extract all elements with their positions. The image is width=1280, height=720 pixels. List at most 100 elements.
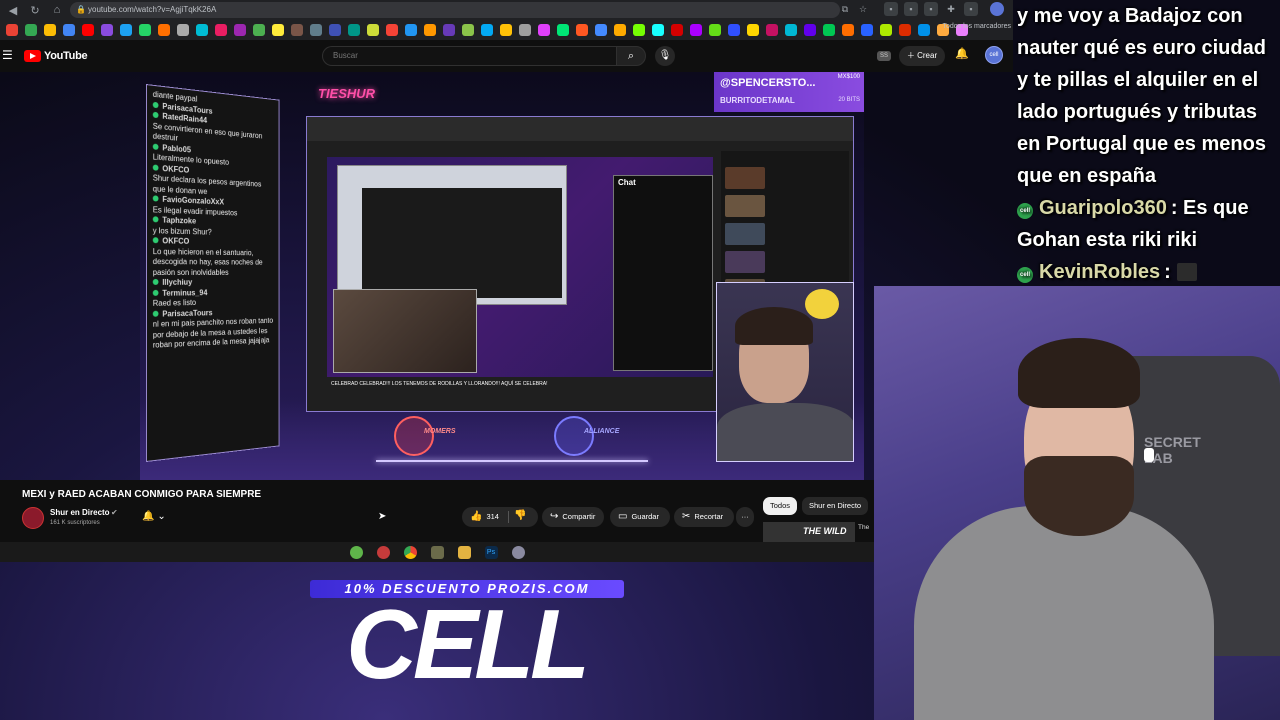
bookmark-favicon-icon[interactable] (63, 24, 75, 36)
bookmark-favicon-icon[interactable] (899, 24, 911, 36)
bookmark-favicon-icon[interactable] (310, 24, 322, 36)
install-icon[interactable]: ⧉ (838, 2, 852, 16)
bookmark-favicon-icon[interactable] (918, 24, 930, 36)
bookmark-favicon-icon[interactable] (804, 24, 816, 36)
bookmark-favicon-icon[interactable] (576, 24, 588, 36)
bookmark-favicon-icon[interactable] (158, 24, 170, 36)
chat-badge-icon (153, 310, 159, 316)
folder-icon[interactable] (458, 546, 471, 559)
bookmark-favicon-icon[interactable] (671, 24, 683, 36)
search-input[interactable]: Buscar (322, 46, 616, 66)
bookmark-favicon-icon[interactable] (766, 24, 778, 36)
bookmark-favicon-icon[interactable] (6, 24, 18, 36)
channel-name[interactable]: Shur en Directo (50, 508, 110, 517)
bookmark-favicon-icon[interactable] (234, 24, 246, 36)
bookmark-favicon-icon[interactable] (690, 24, 702, 36)
bookmark-favicon-icon[interactable] (614, 24, 626, 36)
chat-username-text: Taphzoke (162, 216, 196, 226)
bookmark-favicon-icon[interactable] (367, 24, 379, 36)
bookmark-favicon-icon[interactable] (785, 24, 797, 36)
chrome-icon[interactable] (404, 546, 417, 559)
bookmark-favicon-icon[interactable] (329, 24, 341, 36)
bookmark-favicon-icon[interactable] (823, 24, 835, 36)
bookmark-favicon-icon[interactable] (253, 24, 265, 36)
bookmarks-folder[interactable]: Todos los marcadores (943, 23, 1011, 30)
home-icon[interactable]: ⌂ (48, 1, 66, 19)
app-icon[interactable] (431, 546, 444, 559)
bookmark-favicon-icon[interactable] (25, 24, 37, 36)
bookmark-favicon-icon[interactable] (82, 24, 94, 36)
bookmark-favicon-icon[interactable] (405, 24, 417, 36)
app-icon[interactable] (512, 546, 525, 559)
reload-icon[interactable]: ↻ (26, 1, 44, 19)
notifications-icon[interactable]: 🔔 (955, 47, 969, 60)
bookmark-favicon-icon[interactable] (633, 24, 645, 36)
share-button[interactable]: ↪ Compartir (542, 507, 604, 527)
video-player[interactable]: TIESHUR @SPENCERSTO... MX$100 BURRITODET… (140, 72, 864, 480)
search-icon[interactable]: ⌕ (616, 46, 646, 66)
bookmark-favicon-icon[interactable] (861, 24, 873, 36)
recommended-title[interactable]: The (858, 524, 874, 531)
more-button[interactable]: ··· (736, 507, 754, 527)
bookmark-favicon-icon[interactable] (538, 24, 550, 36)
bookmark-favicon-icon[interactable] (557, 24, 569, 36)
overlay-chat-message: cell KevinRobles: (1017, 256, 1276, 286)
cast-icon[interactable]: SS (877, 51, 891, 61)
mic-icon[interactable]: 🎙 (655, 46, 675, 66)
menu-icon[interactable]: ☰ (2, 48, 13, 62)
profile-icon[interactable] (990, 2, 1004, 16)
team-logo-right (554, 416, 594, 456)
like-button[interactable]: 👍 314 (462, 507, 538, 527)
streamer-beard (1024, 456, 1134, 536)
app-icon[interactable] (350, 546, 363, 559)
captured-thumb (725, 195, 765, 217)
recommended-thumbnail[interactable]: THE WILD (763, 522, 855, 542)
url-bar[interactable]: 🔒 youtube.com/watch?v=AgjiTqkK26A (70, 2, 840, 18)
bookmark-favicon-icon[interactable] (291, 24, 303, 36)
youtube-logo[interactable]: YouTube (24, 50, 87, 62)
bookmark-favicon-icon[interactable] (747, 24, 759, 36)
bookmark-favicon-icon[interactable] (462, 24, 474, 36)
back-icon[interactable]: ◀ (4, 1, 22, 19)
bookmark-favicon-icon[interactable] (500, 24, 512, 36)
bookmark-favicon-icon[interactable] (443, 24, 455, 36)
bookmark-favicon-icon[interactable] (709, 24, 721, 36)
subscribe-bell-button[interactable]: 🔔 ⌄ (137, 508, 171, 526)
bookmark-favicon-icon[interactable] (386, 24, 398, 36)
app-icon[interactable] (377, 546, 390, 559)
bookmark-favicon-icon[interactable] (272, 24, 284, 36)
url-text: youtube.com/watch?v=AgjiTqkK26A (88, 5, 216, 14)
bookmark-favicon-icon[interactable] (519, 24, 531, 36)
extension-icon[interactable]: ▪ (904, 2, 918, 16)
bookmark-favicon-icon[interactable] (120, 24, 132, 36)
bookmark-favicon-icon[interactable] (215, 24, 227, 36)
photoshop-icon[interactable]: Ps (485, 546, 498, 559)
bookmark-favicon-icon[interactable] (842, 24, 854, 36)
bookmark-favicon-icon[interactable] (595, 24, 607, 36)
bookmark-favicon-icon[interactable] (728, 24, 740, 36)
bookmark-favicon-icon[interactable] (196, 24, 208, 36)
chip-channel[interactable]: Shur en Directo (802, 497, 868, 515)
avatar[interactable]: cell (985, 46, 1003, 64)
puzzle-icon[interactable]: ✚ (944, 2, 958, 16)
bookmark-favicon-icon[interactable] (424, 24, 436, 36)
bookmark-favicon-icon[interactable] (652, 24, 664, 36)
channel-avatar[interactable] (22, 507, 44, 529)
bookmark-favicon-icon[interactable] (101, 24, 113, 36)
clip-button[interactable]: ✂ Recortar (674, 507, 734, 527)
extension-icon[interactable]: ▪ (964, 2, 978, 16)
chip-all[interactable]: Todos (763, 497, 797, 515)
bookmark-favicon-icon[interactable] (348, 24, 360, 36)
bookmark-favicon-icon[interactable] (880, 24, 892, 36)
bookmark-favicon-icon[interactable] (44, 24, 56, 36)
create-button[interactable]: ＋ Crear (899, 46, 945, 66)
thumbs-down-icon[interactable]: 👎 (514, 510, 526, 521)
save-button[interactable]: ▭ Guardar (610, 507, 670, 527)
chat-message: nl en mi pais panchito nos roban tanto p… (153, 316, 274, 351)
bookmark-favicon-icon[interactable] (177, 24, 189, 36)
bookmark-favicon-icon[interactable] (139, 24, 151, 36)
extension-icon[interactable]: ▪ (924, 2, 938, 16)
extension-icon[interactable]: ▪ (884, 2, 898, 16)
bookmark-star-icon[interactable]: ☆ (856, 2, 870, 16)
bookmark-favicon-icon[interactable] (481, 24, 493, 36)
